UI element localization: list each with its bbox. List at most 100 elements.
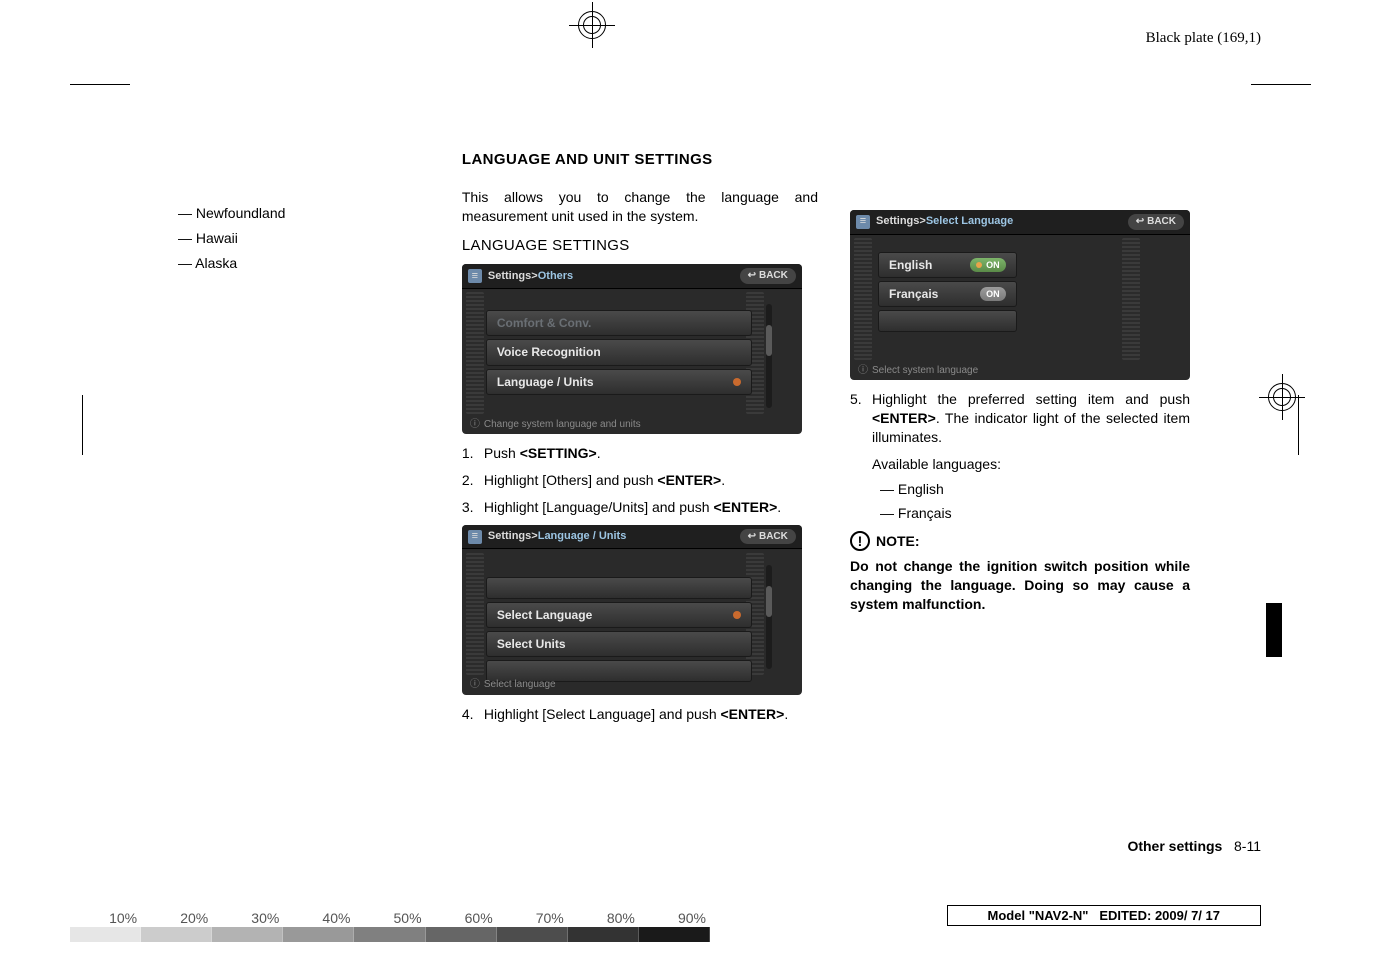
crop-mark	[1251, 84, 1311, 85]
edited-label: EDITED:	[1099, 908, 1155, 923]
breadcrumb-leaf: Language / Units	[538, 529, 627, 544]
calibration-bar	[70, 927, 710, 942]
row-label: Select Units	[497, 636, 566, 652]
step-text: .	[784, 706, 788, 722]
page-number: 8-11	[1234, 838, 1261, 854]
model-value: "NAV2-N"	[1029, 908, 1089, 923]
step-key: <ENTER>	[713, 499, 777, 515]
step-num: 3.	[462, 498, 484, 517]
section-heading: LANGUAGE AND UNIT SETTINGS	[462, 150, 818, 170]
step-key: <ENTER>	[872, 410, 936, 426]
menu-row-blank	[486, 577, 752, 599]
model-footer: Model "NAV2-N" EDITED: 2009/ 7/ 17	[947, 905, 1261, 926]
on-toggle[interactable]: ON	[970, 258, 1006, 272]
steps-list: 4.Highlight [Select Language] and push <…	[462, 705, 818, 724]
pct-label: 90%	[639, 910, 710, 926]
scrollbar[interactable]	[766, 304, 772, 408]
registration-mark	[1265, 380, 1299, 414]
back-label: BACK	[759, 530, 788, 544]
pct-label: 80%	[568, 910, 639, 926]
pct-label: 10%	[70, 910, 141, 926]
back-arrow-icon: ↩	[748, 269, 756, 283]
menu-row-voice[interactable]: Voice Recognition	[486, 339, 752, 365]
available-label: Available languages:	[872, 455, 1190, 474]
pct-label: 30%	[212, 910, 283, 926]
step-num: 4.	[462, 705, 484, 724]
pct-label: 20%	[141, 910, 212, 926]
back-arrow-icon: ↩	[748, 530, 756, 544]
step-key: <SETTING>	[520, 445, 597, 461]
breadcrumb-root: Settings	[488, 269, 531, 284]
step-text: .	[777, 499, 781, 515]
body-text: This allows you to change the language a…	[462, 188, 818, 226]
back-button[interactable]: ↩BACK	[740, 529, 796, 545]
menu-row-blank	[878, 310, 1017, 332]
device-screenshot-others: ≡ Settings > Others ↩BACK Comfort & Conv…	[462, 264, 802, 434]
row-label: Language / Units	[497, 374, 594, 390]
exclamation-icon: !	[850, 531, 870, 551]
note-label: NOTE:	[876, 532, 920, 551]
list-item: Hawaii	[178, 229, 430, 248]
step-text: Highlight [Language/Units] and push	[484, 499, 714, 515]
menu-row-comfort[interactable]: Comfort & Conv.	[486, 310, 752, 336]
region-list: Newfoundland Hawaii Alaska	[170, 204, 430, 273]
step-num: 2.	[462, 471, 484, 490]
list-item: Newfoundland	[178, 204, 430, 223]
back-label: BACK	[1147, 215, 1176, 229]
back-button[interactable]: ↩BACK	[740, 268, 796, 284]
list-item: Français	[880, 504, 1190, 523]
row-label: Comfort & Conv.	[497, 315, 591, 331]
selection-indicator-icon	[733, 378, 741, 386]
info-icon: ⓘ	[470, 678, 480, 692]
step: 2.Highlight [Others] and push <ENTER>.	[462, 471, 818, 490]
list-item: English	[880, 480, 1190, 499]
menu-row-language-units[interactable]: Language / Units	[486, 369, 752, 395]
edited-value: 2009/ 7/ 17	[1155, 908, 1220, 923]
indicator-led-icon	[976, 262, 982, 268]
menu-row-select-language[interactable]: Select Language	[486, 602, 752, 628]
menu-row-english[interactable]: English ON	[878, 252, 1017, 278]
pct-label: 60%	[426, 910, 497, 926]
scrollbar[interactable]	[766, 565, 772, 669]
step-text: Highlight [Select Language] and push	[484, 706, 721, 722]
section-name: Other settings	[1127, 838, 1222, 854]
available-list: English Français	[872, 480, 1190, 524]
breadcrumb-root: Settings	[488, 529, 531, 544]
steps-list: 5.Highlight the preferred setting item a…	[850, 390, 1190, 447]
plate-label: Black plate (169,1)	[1146, 30, 1261, 47]
back-arrow-icon: ↩	[1136, 215, 1144, 229]
percent-labels: 10% 20% 30% 40% 50% 60% 70% 80% 90%	[70, 910, 710, 926]
step-text: .	[597, 445, 601, 461]
model-label: Model	[988, 908, 1029, 923]
back-label: BACK	[759, 269, 788, 283]
crop-mark	[70, 84, 130, 85]
column-right: ≡ Settings > Select Language ↩BACK Engli…	[850, 150, 1190, 732]
on-toggle[interactable]: ON	[980, 287, 1006, 301]
row-label: Select Language	[497, 607, 592, 623]
pct-label: 40%	[283, 910, 354, 926]
menu-row-francais[interactable]: Français ON	[878, 281, 1017, 307]
device-screenshot-lang-units: ≡ Settings > Language / Units ↩BACK Sele…	[462, 525, 802, 695]
step: 4.Highlight [Select Language] and push <…	[462, 705, 818, 724]
column-middle: LANGUAGE AND UNIT SETTINGS This allows y…	[462, 150, 818, 732]
menu-icon: ≡	[468, 269, 482, 283]
breadcrumb-root: Settings	[876, 214, 919, 229]
crop-mark	[82, 395, 83, 455]
step: 5.Highlight the preferred setting item a…	[850, 390, 1190, 447]
page-content: Newfoundland Hawaii Alaska LANGUAGE AND …	[170, 150, 1190, 732]
menu-row-select-units[interactable]: Select Units	[486, 631, 752, 657]
toggle-label: ON	[986, 288, 1000, 300]
step-text: .	[721, 472, 725, 488]
back-button[interactable]: ↩BACK	[1128, 214, 1184, 230]
toggle-label: ON	[986, 259, 1000, 271]
pct-label: 50%	[354, 910, 425, 926]
hint-text: Select language	[484, 678, 556, 692]
info-icon: ⓘ	[858, 364, 868, 378]
column-left: Newfoundland Hawaii Alaska	[170, 150, 430, 732]
steps-list: 1.Push <SETTING>. 2.Highlight [Others] a…	[462, 444, 818, 517]
step-text: Highlight [Others] and push	[484, 472, 658, 488]
pct-label: 70%	[497, 910, 568, 926]
selection-indicator-icon	[733, 611, 741, 619]
step-key: <ENTER>	[657, 472, 721, 488]
section-tab-marker	[1266, 603, 1282, 657]
